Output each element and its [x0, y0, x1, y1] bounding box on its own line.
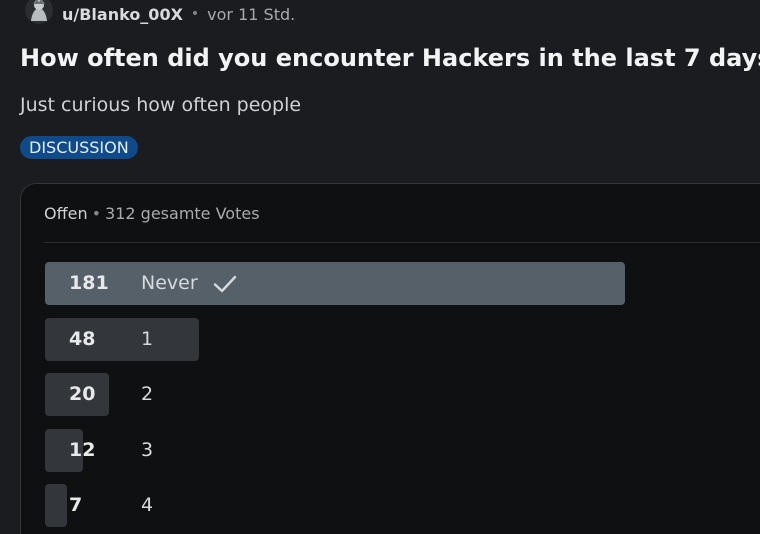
poll-options: 181 Never 48 1 20 2 12 3 7 4 [45, 262, 745, 534]
poll-option-2[interactable]: 20 2 [45, 373, 745, 416]
poll-option-label: 3 [141, 438, 154, 461]
poll-option-4[interactable]: 7 4 [45, 484, 745, 527]
poll-option-label-wrap: 4 [141, 484, 153, 527]
poll-header: Offen • 312 gesamte Votes [44, 204, 260, 223]
poll-option-1[interactable]: 48 1 [45, 317, 745, 361]
poll-option-label-wrap: 3 [141, 429, 153, 472]
poll-option-label: 4 [141, 494, 154, 516]
poll-option-label-wrap: 2 [141, 373, 153, 416]
checkmark-icon [213, 275, 236, 292]
post-timestamp: vor 11 Std. [207, 4, 296, 24]
post-meta: u/Blanko_00X • vor 11 Std. [24, 0, 295, 28]
poll-status: Offen [44, 204, 88, 223]
poll-option-label-wrap: 1 [141, 318, 153, 361]
poll-option-label: 1 [141, 327, 154, 350]
post-title[interactable]: How often did you encounter Hackers in t… [20, 44, 760, 72]
poll-container: Offen•312 gesamte Votes 181 Never 48 1 [20, 183, 760, 534]
poll-option-bar [45, 484, 67, 527]
poll-option-never[interactable]: 181 Never [45, 262, 745, 305]
poll-total-votes: 312 gesamte Votes [105, 204, 260, 223]
author-username[interactable]: u/Blanko_00X [62, 5, 183, 24]
meta-separator: • [190, 6, 200, 22]
poll-option-label-wrap: Never [141, 262, 238, 305]
poll-option-count: 7 [69, 494, 83, 516]
poll-option-3[interactable]: 12 3 [45, 428, 745, 472]
flair-badge[interactable]: DISCUSSION [20, 136, 138, 159]
poll-header-separator: • [91, 204, 102, 223]
poll-option-count: 181 [69, 272, 109, 294]
poll-divider [44, 242, 760, 243]
post-body: Just curious how often people [20, 94, 302, 116]
poll-option-count: 12 [69, 438, 96, 461]
poll-option-label: Never [141, 272, 198, 294]
poll-option-label: 2 [141, 383, 154, 405]
poll-option-count: 20 [69, 383, 96, 405]
user-avatar-icon[interactable] [24, 0, 54, 25]
poll-option-count: 48 [69, 327, 96, 350]
post-card: u/Blanko_00X • vor 11 Std. How often did… [0, 0, 760, 534]
poll-option-bar [45, 262, 625, 305]
